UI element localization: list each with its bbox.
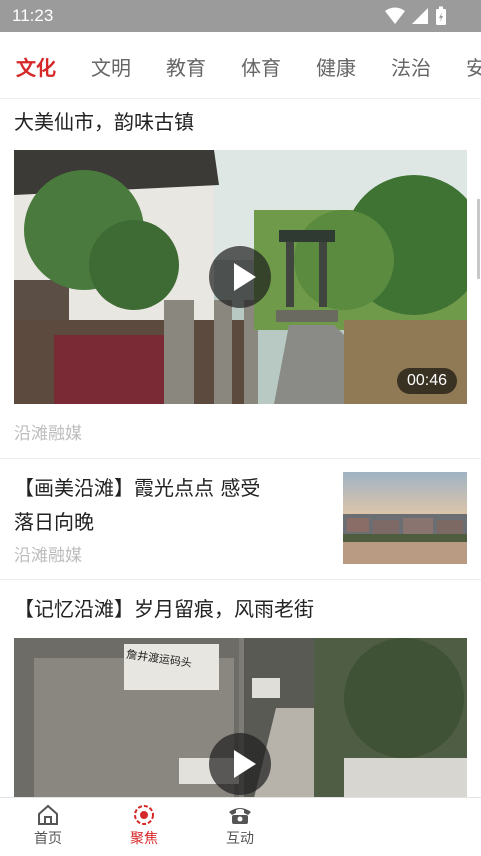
status-icons [385,6,447,26]
category-tabs: 文化 文明 教育 体育 健康 法治 安 [0,32,481,98]
card-title[interactable]: 【画美沿滩】霞光点点 感受 落日向晚 [14,471,324,539]
phone-icon [229,808,251,824]
nav-home[interactable]: 首页 [0,804,96,848]
nav-focus[interactable]: 聚焦 [96,804,192,848]
tab-health[interactable]: 健康 [316,52,356,81]
scrollbar[interactable] [477,199,480,279]
bottom-navigation: 首页 聚焦 互动 [0,797,481,856]
home-icon [38,804,58,825]
video-thumbnail[interactable]: 詹井渡运码头 [14,638,467,797]
card-source: 沿滩融媒 [14,424,82,444]
news-feed[interactable]: 大美仙市，韵味古镇 00:46 沿滩融媒 【画美沿滩】霞光点点 感受 落日向晚 … [0,99,481,797]
video-thumbnail[interactable]: 00:46 [14,150,467,404]
battery-icon [436,6,446,25]
tab-education[interactable]: 教育 [166,52,206,81]
play-button[interactable] [209,246,271,308]
card-title[interactable]: 【记忆沿滩】岁月留痕，风雨老街 [14,592,314,626]
card-title[interactable]: 大美仙市，韵味古镇 [14,105,194,139]
tab-safety[interactable]: 安 [466,52,481,81]
wifi-icon [385,7,405,24]
nav-interact[interactable]: 互动 [192,804,288,848]
video-duration: 00:46 [396,368,457,394]
tab-sports[interactable]: 体育 [241,52,281,81]
tab-civilization[interactable]: 文明 [91,52,131,81]
play-button[interactable] [209,733,271,795]
tab-law[interactable]: 法治 [391,52,431,81]
status-time: 11:23 [12,6,54,25]
nav-interact-label: 互动 [226,831,254,847]
tab-culture[interactable]: 文化 [16,52,56,81]
sunset-image [343,472,467,564]
card-divider [0,579,481,580]
card-title-line: 【画美沿滩】霞光点点 感受 [14,476,261,500]
card-source: 沿滩融媒 [14,546,82,566]
nav-home-label: 首页 [34,831,62,847]
card-title-line: 落日向晚 [14,510,94,534]
signal-icon [412,8,428,24]
focus-icon [134,805,154,825]
card-divider [0,458,481,459]
article-thumbnail[interactable] [343,472,467,564]
status-bar: 11:23 [0,0,481,32]
nav-focus-label: 聚焦 [130,831,158,847]
